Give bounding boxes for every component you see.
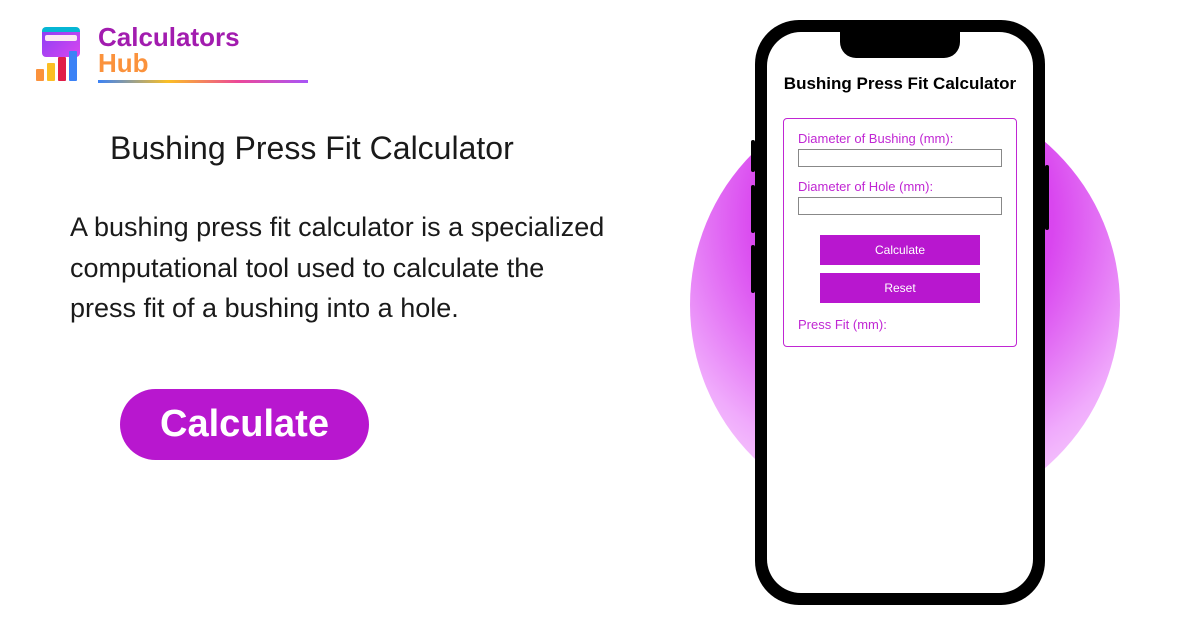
phone-frame: Bushing Press Fit Calculator Diameter of… <box>755 20 1045 605</box>
form-reset-button[interactable]: Reset <box>820 273 980 303</box>
phone-screen: Bushing Press Fit Calculator Diameter of… <box>767 32 1033 593</box>
calculator-title: Bushing Press Fit Calculator <box>783 74 1017 94</box>
logo-underline <box>98 80 308 83</box>
content-left: Bushing Press Fit Calculator A bushing p… <box>70 130 610 460</box>
logo-text-bottom: Hub <box>98 50 308 76</box>
calculate-cta-button[interactable]: Calculate <box>120 389 369 460</box>
hole-diameter-input[interactable] <box>798 197 1002 215</box>
bushing-diameter-label: Diameter of Bushing (mm): <box>798 131 1002 146</box>
phone-volume-down <box>751 245 755 293</box>
logo-text-top: Calculators <box>98 24 308 50</box>
press-fit-result-label: Press Fit (mm): <box>798 317 1002 332</box>
phone-notch <box>840 32 960 58</box>
hole-diameter-label: Diameter of Hole (mm): <box>798 179 1002 194</box>
phone-power-button <box>1045 165 1049 230</box>
bushing-diameter-input[interactable] <box>798 149 1002 167</box>
calculator-form: Diameter of Bushing (mm): Diameter of Ho… <box>783 118 1017 347</box>
logo-text: Calculators Hub <box>98 24 308 83</box>
form-calculate-button[interactable]: Calculate <box>820 235 980 265</box>
brand-logo: Calculators Hub <box>36 24 308 83</box>
phone-mockup-area: Bushing Press Fit Calculator Diameter of… <box>640 20 1160 610</box>
phone-mute-switch <box>751 140 755 172</box>
phone-volume-up <box>751 185 755 233</box>
logo-icon <box>36 27 90 81</box>
page-title: Bushing Press Fit Calculator <box>110 130 610 167</box>
calculator-panel: Bushing Press Fit Calculator Diameter of… <box>767 32 1033 363</box>
page-description: A bushing press fit calculator is a spec… <box>70 207 610 329</box>
